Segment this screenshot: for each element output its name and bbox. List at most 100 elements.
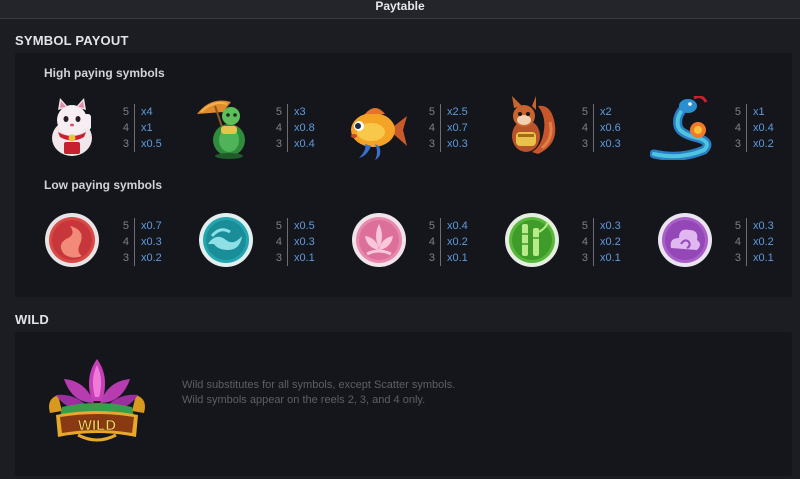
payout-count: 3: [578, 136, 594, 152]
payout-count: 5: [272, 218, 288, 234]
purple-cloud-coin-icon: [658, 213, 712, 267]
payout-count: 5: [119, 218, 135, 234]
payout-count: 4: [119, 234, 135, 250]
payout-count: 4: [731, 234, 747, 250]
payout-multiplier: x0.7: [447, 122, 468, 134]
payout-count: 3: [119, 250, 135, 266]
payout-row: 4 x0.4: [731, 120, 791, 136]
payout-count: 3: [731, 136, 747, 152]
payout-multiplier: x0.8: [294, 122, 315, 134]
lucky-cat-icon: [52, 98, 92, 156]
payout-row: 3 x0.5: [119, 136, 179, 152]
payout-count: 5: [119, 104, 135, 120]
payout-multiplier: x0.4: [294, 138, 315, 150]
payout-multiplier: x0.7: [141, 220, 162, 232]
wild-description: Wild substitutes for all symbols, except…: [182, 378, 455, 408]
payout-multiplier: x0.1: [294, 252, 315, 264]
payout-multiplier: x0.2: [753, 138, 774, 150]
payout-count: 3: [272, 250, 288, 266]
payout-row: 3 x0.3: [578, 136, 638, 152]
payout-row: 5 x2: [578, 104, 638, 120]
low-symbol-1-payouts: 5 x0.7 4 x0.3 3 x0.2: [119, 218, 179, 266]
payout-row: 3 x0.1: [731, 250, 791, 266]
payout-row: 4 x0.3: [272, 234, 332, 250]
payout-count: 4: [425, 234, 441, 250]
payout-row: 4 x0.3: [119, 234, 179, 250]
payout-count: 3: [272, 136, 288, 152]
payout-row: 4 x0.7: [425, 120, 485, 136]
payout-row: 5 x3: [272, 104, 332, 120]
payout-row: 3 x0.1: [578, 250, 638, 266]
payout-multiplier: x0.3: [294, 236, 315, 248]
payout-count: 4: [578, 234, 594, 250]
wild-description-line-1: Wild substitutes for all symbols, except…: [182, 379, 456, 391]
payout-multiplier: x0.5: [294, 220, 315, 232]
payout-row: 5 x0.3: [731, 218, 791, 234]
payout-multiplier: x0.1: [447, 252, 468, 264]
payout-row: 3 x0.2: [731, 136, 791, 152]
snake-icon: [650, 96, 712, 160]
wild-description-line-2: Wild symbols appear on the reels 2, 3, a…: [182, 394, 426, 406]
payout-row: 5 x0.4: [425, 218, 485, 234]
payout-row: 4 x0.2: [425, 234, 485, 250]
payout-multiplier: x0.2: [753, 236, 774, 248]
payout-row: 5 x4: [119, 104, 179, 120]
low-paying-label: Low paying symbols: [44, 178, 163, 192]
payout-row: 4 x1: [119, 120, 179, 136]
payout-row: 4 x0.6: [578, 120, 638, 136]
payout-row: 3 x0.1: [272, 250, 332, 266]
payout-multiplier: x2: [600, 106, 612, 118]
payout-count: 4: [578, 120, 594, 136]
payout-count: 3: [578, 250, 594, 266]
payout-row: 5 x0.7: [119, 218, 179, 234]
payout-multiplier: x0.3: [600, 220, 621, 232]
payout-multiplier: x1: [141, 122, 153, 134]
turtle-icon: [197, 100, 245, 159]
payout-multiplier: x0.3: [447, 138, 468, 150]
symbol-payout-heading: SYMBOL PAYOUT: [15, 33, 129, 48]
paytable-title: Paytable: [375, 0, 425, 13]
wild-heading: WILD: [15, 312, 50, 327]
payout-row: 5 x1: [731, 104, 791, 120]
payout-multiplier: x0.3: [753, 220, 774, 232]
payout-count: 5: [425, 218, 441, 234]
wild-lotus-icon: WILD: [49, 359, 145, 442]
payout-multiplier: x1: [753, 106, 765, 118]
high-paying-label: High paying symbols: [44, 66, 165, 80]
wild-badge-text: WILD: [78, 417, 116, 434]
payout-multiplier: x2.5: [447, 106, 468, 118]
payout-row: 5 x2.5: [425, 104, 485, 120]
payout-count: 5: [731, 218, 747, 234]
payout-count: 5: [578, 218, 594, 234]
payout-row: 4 x0.2: [731, 234, 791, 250]
payout-count: 3: [731, 250, 747, 266]
payout-count: 3: [425, 250, 441, 266]
payout-multiplier: x0.4: [447, 220, 468, 232]
payout-row: 5 x0.5: [272, 218, 332, 234]
payout-multiplier: x0.6: [600, 122, 621, 134]
pink-lotus-coin-icon: [352, 213, 406, 267]
payout-count: 5: [272, 104, 288, 120]
high-symbol-4-payouts: 5 x2 4 x0.6 3 x0.3: [578, 104, 638, 152]
payout-count: 4: [272, 234, 288, 250]
payout-multiplier: x0.2: [141, 252, 162, 264]
payout-count: 3: [425, 136, 441, 152]
high-symbol-2-payouts: 5 x3 4 x0.8 3 x0.4: [272, 104, 332, 152]
low-symbol-5-payouts: 5 x0.3 4 x0.2 3 x0.1: [731, 218, 791, 266]
squirrel-icon: [512, 96, 556, 154]
payout-row: 3 x0.3: [425, 136, 485, 152]
low-symbol-2-payouts: 5 x0.5 4 x0.3 3 x0.1: [272, 218, 332, 266]
payout-row: 4 x0.8: [272, 120, 332, 136]
payout-multiplier: x0.2: [447, 236, 468, 248]
payout-row: 3 x0.2: [119, 250, 179, 266]
teal-wave-coin-icon: [199, 213, 253, 267]
high-symbol-1-payouts: 5 x4 4 x1 3 x0.5: [119, 104, 179, 152]
payout-multiplier: x0.4: [753, 122, 774, 134]
low-symbol-3-payouts: 5 x0.4 4 x0.2 3 x0.1: [425, 218, 485, 266]
low-symbol-4-payouts: 5 x0.3 4 x0.2 3 x0.1: [578, 218, 638, 266]
payout-multiplier: x0.1: [600, 252, 621, 264]
payout-row: 3 x0.1: [425, 250, 485, 266]
payout-row: 3 x0.4: [272, 136, 332, 152]
payout-count: 5: [578, 104, 594, 120]
goldfish-icon: [351, 108, 407, 160]
